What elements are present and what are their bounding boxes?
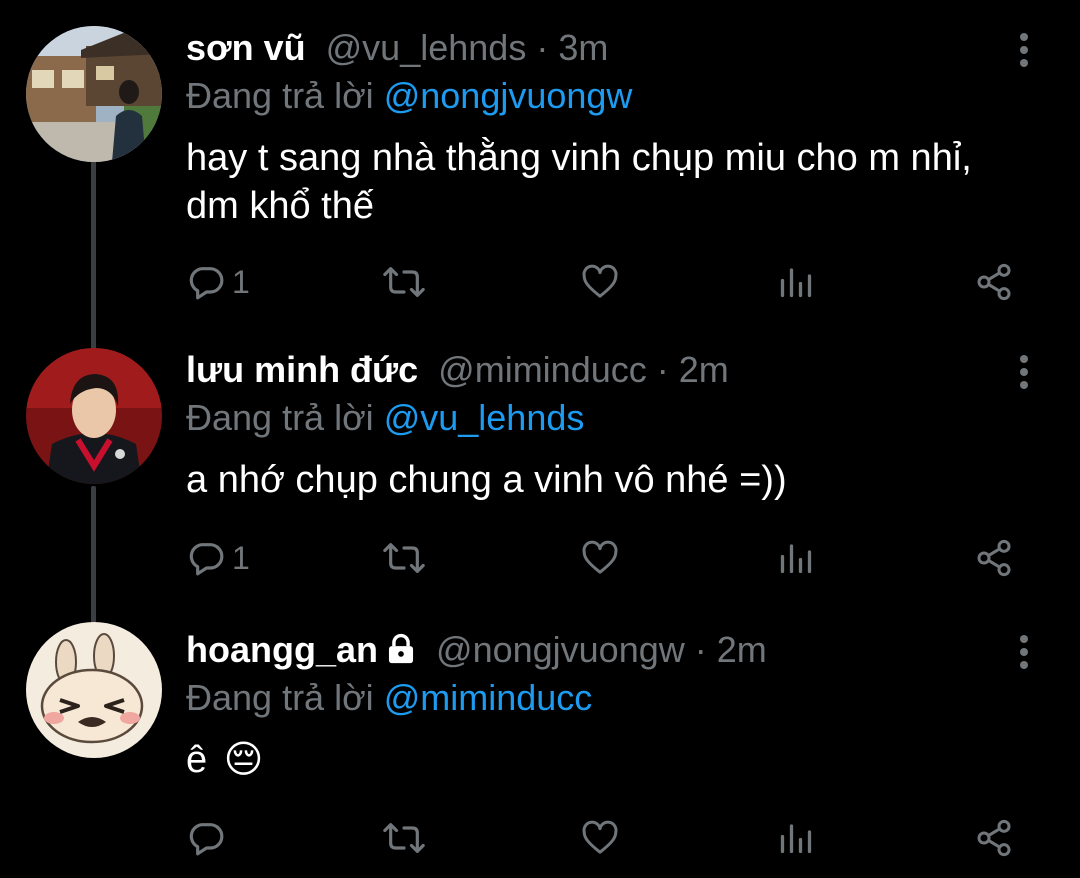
reply-count: 1 [232, 539, 250, 576]
more-vertical-icon [1020, 355, 1028, 389]
thread-line-2 [91, 486, 96, 626]
retweet-icon [383, 267, 425, 297]
tweet-header: sơn vũ @vu_lehnds · 3m [186, 26, 608, 70]
avatar[interactable] [26, 26, 162, 162]
like-button[interactable] [580, 260, 620, 304]
display-name[interactable]: hoangg_an [186, 629, 378, 670]
replying-to: Đang trả lời @vu_lehnds [186, 396, 584, 440]
tweet-header: hoangg_an @nongjvuongw · 2m [186, 628, 767, 676]
share-button[interactable] [974, 536, 1014, 580]
replying-to-label: Đang trả lời [186, 397, 374, 438]
more-vertical-icon [1020, 635, 1028, 669]
retweet-icon [383, 823, 425, 853]
heart-icon [582, 264, 618, 298]
more-options-button[interactable] [1008, 28, 1040, 72]
reply-button[interactable]: 1 [186, 536, 250, 580]
tweet-text: hay t sang nhà thằng vinh chụp miu cho m… [186, 134, 1046, 230]
mention-link[interactable]: @miminducc [384, 677, 593, 718]
views-button[interactable] [778, 536, 814, 580]
more-options-button[interactable] [1008, 350, 1040, 394]
reply-count: 1 [232, 263, 250, 300]
display-name[interactable]: lưu minh đức [186, 349, 418, 390]
lock-icon [388, 633, 414, 664]
views-button[interactable] [778, 260, 814, 304]
action-bar: 1 [186, 536, 1046, 580]
avatar[interactable] [26, 622, 162, 758]
views-button[interactable] [778, 816, 814, 860]
avatar-illustration-crying [26, 622, 162, 758]
tweet-text-line: hay t sang nhà thằng vinh chụp miu cho m… [186, 137, 972, 179]
reply-icon [189, 823, 224, 856]
user-handle[interactable]: @nongjvuongw [436, 629, 685, 670]
retweet-button[interactable] [382, 816, 426, 860]
timestamp[interactable]: 2m [717, 629, 767, 670]
tweet-text: a nhớ chụp chung a vinh vô nhé =)) [186, 456, 1046, 504]
heart-icon [582, 540, 618, 574]
share-icon [977, 819, 1011, 857]
retweet-button[interactable] [382, 260, 426, 304]
mention-link[interactable]: @vu_lehnds [384, 397, 585, 438]
analytics-icon [780, 544, 812, 574]
user-handle[interactable]: @miminducc [438, 349, 647, 390]
tweet-header: lưu minh đức @miminducc · 2m [186, 348, 729, 392]
tweet-text-line: dm khổ thế [186, 185, 374, 227]
avatar-photo-street [26, 26, 162, 162]
tweet-text: ê 😔 [186, 736, 1046, 784]
action-bar: 1 [186, 260, 1046, 304]
replying-to: Đang trả lời @nongjvuongw [186, 74, 632, 118]
analytics-icon [780, 268, 812, 298]
timestamp[interactable]: 2m [679, 349, 729, 390]
more-vertical-icon [1020, 33, 1028, 67]
reply-button[interactable]: 1 [186, 260, 250, 304]
reply-icon [189, 543, 224, 576]
user-handle[interactable]: @vu_lehnds [326, 27, 527, 68]
protected-account-badge [384, 632, 418, 676]
display-name[interactable]: sơn vũ [186, 27, 306, 68]
more-options-button[interactable] [1008, 630, 1040, 674]
replying-to: Đang trả lời @miminducc [186, 676, 592, 720]
avatar[interactable] [26, 348, 162, 484]
separator-dot: · [536, 27, 549, 68]
replying-to-label: Đang trả lời [186, 677, 374, 718]
retweet-icon [383, 543, 425, 573]
mention-link[interactable]: @nongjvuongw [384, 75, 633, 116]
like-button[interactable] [580, 816, 620, 860]
share-button[interactable] [974, 260, 1014, 304]
replying-to-label: Đang trả lời [186, 75, 374, 116]
share-icon [977, 263, 1011, 301]
separator-dot: · [656, 349, 669, 390]
share-icon [977, 539, 1011, 577]
share-button[interactable] [974, 816, 1014, 860]
heart-icon [582, 820, 618, 854]
tweet-text-line: ê [186, 739, 208, 781]
reply-button[interactable] [186, 816, 226, 860]
reply-icon [189, 267, 224, 300]
tweet-text-line: a nhớ chụp chung a vinh vô nhé =)) [186, 459, 787, 501]
action-bar [186, 816, 1046, 860]
separator-dot: · [694, 629, 707, 670]
pensive-face-emoji: 😔 [223, 739, 264, 781]
analytics-icon [780, 824, 812, 854]
avatar-photo-person [26, 348, 162, 484]
thread-line-1 [91, 160, 96, 350]
like-button[interactable] [580, 536, 620, 580]
timestamp[interactable]: 3m [558, 27, 608, 68]
retweet-button[interactable] [382, 536, 426, 580]
